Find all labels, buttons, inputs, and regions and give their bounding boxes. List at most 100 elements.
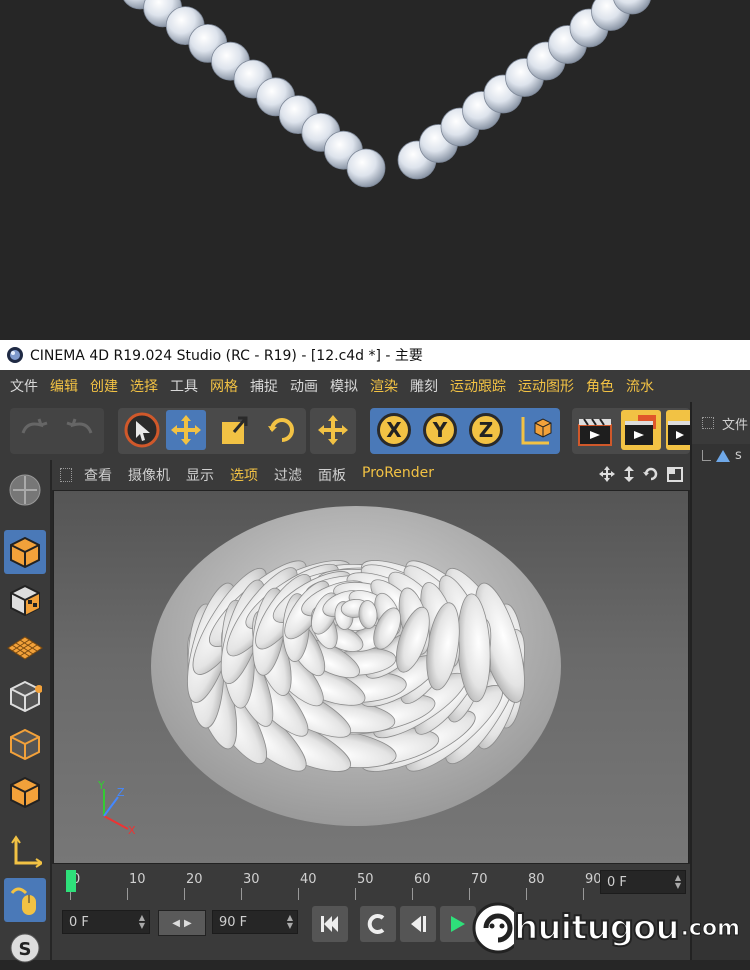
end-frame-field[interactable]: 90 F ▲ ▼ — [212, 910, 298, 934]
menu-item-8[interactable]: 模拟 — [324, 376, 364, 396]
axis-y-label: Y — [97, 779, 105, 792]
scale-icon — [222, 416, 248, 444]
tweak-mode-button[interactable] — [4, 878, 46, 922]
axis-z-label: Z — [117, 786, 125, 799]
previous-key-button[interactable] — [360, 906, 396, 942]
make-editable-icon — [9, 474, 41, 506]
polygon-mode-button[interactable] — [4, 770, 46, 814]
cinema4d-logo-icon — [7, 347, 23, 363]
rotate-tool-button[interactable] — [262, 410, 302, 450]
timeline-tick-label: 70 — [471, 872, 488, 887]
viewport-menu-item-3[interactable]: 选项 — [222, 465, 266, 485]
edge-mode-button[interactable] — [4, 722, 46, 766]
move-tool-button[interactable] — [166, 410, 206, 450]
render-settings-button[interactable] — [666, 410, 690, 450]
menu-item-4[interactable]: 工具 — [164, 376, 204, 396]
window-titlebar: CINEMA 4D R19.024 Studio (RC - R19) - [1… — [0, 340, 750, 370]
redo-button[interactable] — [60, 410, 100, 450]
texture-checker-icon — [10, 584, 40, 617]
timeline-ticks: 0 10 20 30 40 50 60 70 80 90 — [62, 864, 602, 902]
tree-line-icon — [702, 450, 711, 461]
x-axis-lock-button[interactable]: X — [374, 410, 414, 450]
recent-tool-button[interactable] — [313, 410, 353, 450]
undo-button[interactable] — [14, 410, 54, 450]
render-settings-icon — [668, 421, 690, 445]
current-frame-field[interactable]: 0 F ▲ ▼ — [600, 870, 686, 894]
menu-item-13[interactable]: 角色 — [580, 376, 620, 396]
previous-frame-button[interactable] — [400, 906, 436, 942]
start-frame-value: 0 F — [69, 914, 89, 930]
menu-item-12[interactable]: 运动图形 — [512, 376, 580, 396]
menu-item-5[interactable]: 网格 — [204, 376, 244, 396]
workplane-mode-button[interactable] — [4, 626, 46, 670]
viewport-menu-item-2[interactable]: 显示 — [178, 465, 222, 485]
timeline-tick-mark — [412, 888, 413, 900]
timeline-tick-label: 80 — [528, 872, 545, 887]
menu-item-11[interactable]: 运动跟踪 — [444, 376, 512, 396]
menu-item-1[interactable]: 编辑 — [44, 376, 84, 396]
viewport-menu-item-0[interactable]: 查看 — [76, 465, 120, 485]
timeline-tick-mark — [241, 888, 242, 900]
z-axis-lock-button[interactable]: Z — [466, 410, 506, 450]
perspective-viewport[interactable]: Y Z X — [53, 490, 689, 864]
viewport-menu-item-1[interactable]: 摄像机 — [120, 465, 178, 485]
timeline-ruler[interactable]: 0 10 20 30 40 50 60 70 80 90 0 F ▲ ▼ — [52, 864, 690, 902]
cursor-select-icon — [124, 412, 160, 448]
texture-mode-button[interactable] — [4, 578, 46, 622]
rotate-icon — [268, 418, 294, 442]
viewport-menu-item-6[interactable]: ProRender — [354, 465, 442, 485]
go-to-start-button[interactable] — [312, 906, 348, 942]
viewport-pan-icon[interactable] — [598, 465, 616, 483]
object-manager-panel: 文件 s — [690, 402, 750, 960]
menu-item-3[interactable]: 选择 — [124, 376, 164, 396]
main-toolbar: X Y Z — [0, 402, 690, 460]
watermark-logo-icon — [472, 902, 515, 954]
viewport-grip-icon — [60, 468, 72, 482]
y-axis-lock-button[interactable]: Y — [420, 410, 460, 450]
range-slider-button[interactable]: ◀ ▶ — [158, 910, 206, 936]
range-left-icon: ◀ — [172, 917, 180, 929]
viewport-zoom-icon[interactable] — [622, 465, 636, 483]
object-name: s — [735, 448, 742, 463]
menu-item-7[interactable]: 动画 — [284, 376, 324, 396]
scale-tool-button[interactable] — [214, 410, 254, 450]
y-axis-icon: Y — [423, 413, 457, 447]
model-mode-button[interactable] — [4, 530, 46, 574]
coordinate-system-button[interactable] — [514, 410, 554, 450]
mouse-tweak-icon — [10, 887, 36, 915]
menu-item-10[interactable]: 雕刻 — [404, 376, 444, 396]
axis-gizmo: Y Z X — [97, 779, 136, 837]
z-axis-icon: Z — [469, 413, 503, 447]
menu-item-6[interactable]: 捕捉 — [244, 376, 284, 396]
viewport-menu-item-4[interactable]: 过滤 — [266, 465, 310, 485]
play-icon — [451, 916, 465, 932]
snap-button[interactable]: S — [4, 926, 46, 970]
point-mode-button[interactable] — [4, 674, 46, 718]
viewport-maximize-icon[interactable] — [666, 465, 684, 483]
start-frame-field[interactable]: 0 F ▲ ▼ — [62, 910, 150, 934]
panel-grip-icon — [702, 417, 714, 429]
render-preview-necklace — [0, 0, 750, 340]
viewport-menu-item-5[interactable]: 面板 — [310, 465, 354, 485]
edges-cube-icon — [10, 728, 40, 761]
object-row[interactable]: s — [692, 444, 750, 463]
axis-mode-button[interactable] — [4, 830, 46, 874]
make-editable-button[interactable] — [4, 468, 46, 512]
live-selection-button[interactable] — [122, 410, 162, 450]
playhead-marker[interactable] — [66, 870, 76, 892]
menu-item-9[interactable]: 渲染 — [364, 376, 404, 396]
skip-start-icon — [321, 916, 338, 932]
render-view-button[interactable] — [575, 410, 615, 450]
object-manager-file-menu[interactable]: 文件 — [722, 414, 748, 433]
render-picture-viewer-button[interactable] — [621, 410, 661, 450]
menu-item-14[interactable]: 流水 — [620, 376, 660, 396]
timeline-tick-label: 40 — [300, 872, 317, 887]
timeline-tick-label: 20 — [186, 872, 203, 887]
current-frame-value: 0 F — [607, 874, 627, 890]
menu-item-2[interactable]: 创建 — [84, 376, 124, 396]
menu-item-0[interactable]: 文件 — [0, 376, 44, 396]
end-frame-value: 90 F — [219, 914, 248, 930]
timeline-tick-label: 10 — [129, 872, 146, 887]
viewport-rotate-icon[interactable] — [642, 465, 660, 483]
axis-x-label: X — [128, 824, 136, 837]
